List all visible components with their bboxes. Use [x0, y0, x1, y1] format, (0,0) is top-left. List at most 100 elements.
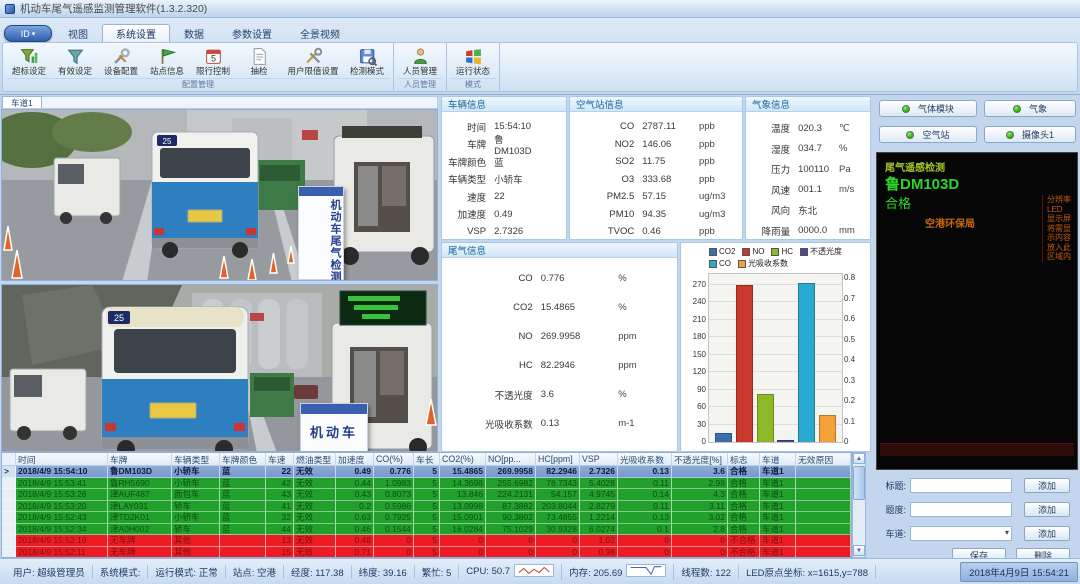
mem-sparkline: [626, 564, 666, 580]
column-header[interactable]: 无效原因: [796, 453, 851, 466]
bar-HC: [757, 394, 774, 442]
column-header[interactable]: 车道: [760, 453, 796, 466]
ribbon-tab[interactable]: 系统设置: [102, 24, 170, 42]
info-value: 22: [494, 191, 535, 202]
table-row[interactable]: 2018/4/9 15:52:19无车牌其他13无效0.48050001.020…: [2, 535, 851, 547]
table-row[interactable]: 2018/4/9 15:52:43津TD2K01小轿车蓝32无效0.630.79…: [2, 512, 851, 524]
ribbon-tab[interactable]: 全景视频: [286, 24, 354, 42]
app-menu-button[interactable]: ID: [4, 25, 52, 42]
column-header[interactable]: HC[ppm]: [536, 453, 580, 466]
column-header[interactable]: 不透光度[%]: [672, 453, 728, 466]
app-window: 机动车尾气遥感监测管理软件(1.3.2.320) ID 视图系统设置数据参数设置…: [0, 0, 1080, 584]
scroll-up-arrow[interactable]: ▲: [853, 453, 865, 464]
table-row[interactable]: 2018/4/9 15:52:34津A0H002轿车蓝44无效0.460.154…: [2, 524, 851, 536]
column-header[interactable]: 车辆类型: [172, 453, 220, 466]
table-cell: 蓝: [220, 501, 266, 513]
table-header: 时间车牌车辆类型车牌颜色车速燃油类型加速度CO(%)车长CO2(%)NO[pp.…: [2, 453, 851, 466]
left-axis-tick: 240: [683, 297, 706, 306]
ribbon-button[interactable]: 运行状态: [450, 44, 496, 79]
title-input[interactable]: [910, 478, 1012, 493]
led-display-preview: 尾气遥感检测 鲁DM103D 合格 空港环保局 分辨率LED显示屏将需显示内容放…: [876, 152, 1078, 470]
table-cell: 无效: [294, 547, 336, 559]
ribbon-button[interactable]: 5限行控制: [190, 44, 236, 79]
table-row[interactable]: 2018/4/9 15:53:20津LAY031轿车蓝41无效0.20.5986…: [2, 501, 851, 513]
info-label: CO: [570, 121, 642, 132]
ribbon-button[interactable]: 检测模式: [344, 44, 390, 79]
table-body: >2018/4/9 15:54:10鲁DM103D小轿车蓝22无效0.490.7…: [2, 466, 851, 558]
info-value: 94.35: [642, 209, 699, 220]
column-header[interactable]: NO[pp...: [486, 453, 536, 466]
title-field-label: 标题:: [876, 479, 910, 492]
table-row[interactable]: 2018/4/9 15:52:11无车牌其他15无效0.71050000.980…: [2, 547, 851, 559]
add-title-button[interactable]: 添加: [1024, 478, 1070, 493]
ribbon-tab[interactable]: 数据: [170, 24, 218, 42]
camera1-status-button[interactable]: 摄像头1: [984, 126, 1076, 143]
column-header[interactable]: 标志: [728, 453, 760, 466]
column-header[interactable]: 车速: [266, 453, 294, 466]
info-label: 车牌颜色: [442, 155, 494, 169]
table-cell: 0.63: [336, 512, 374, 524]
scroll-thumb[interactable]: [853, 466, 865, 500]
ribbon-tab[interactable]: 视图: [54, 24, 102, 42]
exhaust-test-sign-2: 机动车: [300, 403, 368, 452]
legend-item: NO: [742, 247, 764, 256]
info-label: PM2.5: [570, 191, 642, 202]
flag-icon: [157, 46, 177, 66]
ribbon-button[interactable]: 设备配置: [98, 44, 144, 79]
wrench-icon: [111, 46, 131, 66]
brightness-input[interactable]: [910, 502, 1012, 517]
column-header[interactable]: CO2(%): [440, 453, 486, 466]
weather-info-title: 气象信息: [746, 97, 870, 112]
tab-lane1[interactable]: 车道1: [2, 96, 42, 108]
table-row[interactable]: 2018/4/9 15:53:28津AUF487面包车蓝43无效0.430.80…: [2, 489, 851, 501]
ribbon-button[interactable]: 超标设定: [6, 44, 52, 79]
table-cell: [796, 501, 851, 513]
table-row[interactable]: >2018/4/9 15:54:10鲁DM103D小轿车蓝22无效0.490.7…: [2, 466, 851, 478]
table-row[interactable]: 2018/4/9 15:53:41鲁RH5690小轿车蓝42无效0.441.09…: [2, 478, 851, 490]
lane-select[interactable]: [910, 526, 1012, 541]
ribbon-button[interactable]: 人员管理: [397, 44, 443, 79]
table-cell: 小轿车: [172, 512, 220, 524]
column-header[interactable]: 车长: [414, 453, 440, 466]
status-led-icon: [902, 105, 910, 113]
ribbon-button[interactable]: 站点信息: [144, 44, 190, 79]
left-axis-tick: 270: [683, 280, 706, 289]
table-cell: 津A0H002: [108, 524, 172, 536]
brightness-field-label: 题度:: [876, 503, 910, 516]
column-header[interactable]: 车牌颜色: [220, 453, 266, 466]
table-cell: [796, 535, 851, 547]
column-header[interactable]: 时间: [16, 453, 108, 466]
weather-status-button[interactable]: 气象: [984, 100, 1076, 117]
info-label: NO2: [570, 139, 642, 150]
column-header[interactable]: 光吸收系数: [618, 453, 672, 466]
column-header[interactable]: 燃油类型: [294, 453, 336, 466]
ribbon-button[interactable]: 用户限值设置: [282, 44, 344, 79]
info-label: 光吸收系数: [442, 417, 541, 431]
add-lane-button[interactable]: 添加: [1024, 526, 1070, 541]
ribbon-button[interactable]: 抽检: [236, 44, 282, 79]
info-label: 不透光度: [442, 388, 541, 402]
column-header[interactable]: 加速度: [336, 453, 374, 466]
info-label: PM10: [570, 209, 642, 220]
ribbon-group-label: 配置管理: [6, 78, 390, 90]
row-indicator: [2, 489, 16, 501]
column-header[interactable]: 车牌: [108, 453, 172, 466]
air-station-status-button[interactable]: 空气站: [879, 126, 977, 143]
column-header[interactable]: CO(%): [374, 453, 414, 466]
table-cell: [796, 466, 851, 478]
lane-tab-strip: 车道1: [1, 96, 438, 109]
scroll-down-arrow[interactable]: ▼: [853, 545, 865, 556]
column-header[interactable]: VSP: [580, 453, 618, 466]
gas-module-status-button[interactable]: 气体模块: [879, 100, 977, 117]
table-cell: 2.98: [672, 478, 728, 490]
table-cell: 15.0901: [440, 512, 486, 524]
table-cell: 0.48: [336, 535, 374, 547]
bus-route-number: 25: [163, 137, 172, 146]
ribbon-button-label: 站点信息: [150, 67, 184, 76]
add-brightness-button[interactable]: 添加: [1024, 502, 1070, 517]
table-scrollbar[interactable]: ▲ ▼: [852, 452, 866, 558]
ribbon-button[interactable]: 有效设定: [52, 44, 98, 79]
status-led-icon: [1013, 105, 1021, 113]
table-cell: 78.7343: [536, 478, 580, 490]
ribbon-tab[interactable]: 参数设置: [218, 24, 286, 42]
